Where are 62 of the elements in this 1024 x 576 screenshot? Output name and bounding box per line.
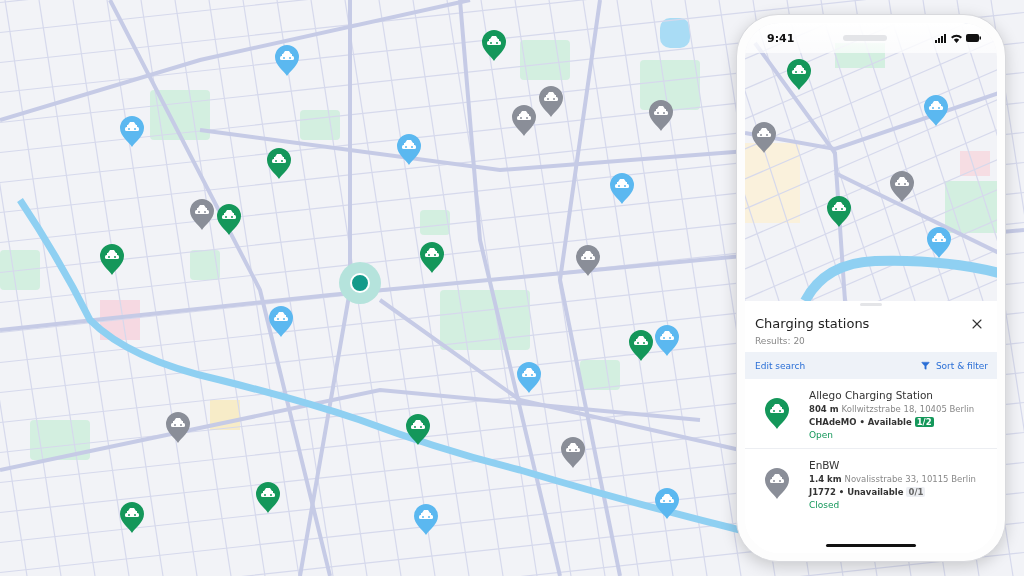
map-pin[interactable] (120, 116, 144, 149)
map-pin[interactable] (787, 59, 811, 92)
map-pin[interactable] (752, 122, 776, 155)
sheet-title: Charging stations (755, 316, 870, 331)
map-pin[interactable] (100, 244, 124, 277)
signal-icon (935, 33, 947, 43)
station-distance: 1.4 km (809, 474, 842, 484)
map-pin[interactable] (120, 502, 144, 535)
opening-status: Closed (809, 500, 841, 510)
map-pin[interactable] (924, 95, 948, 128)
map-pin[interactable] (827, 196, 851, 229)
park-area (190, 250, 220, 280)
park-area (0, 250, 40, 290)
map-pin[interactable] (275, 45, 299, 78)
park-area (520, 40, 570, 80)
status-time: 9:41 (767, 31, 795, 45)
map-pin[interactable] (267, 148, 291, 181)
map-pin[interactable] (649, 100, 673, 133)
filter-icon (920, 361, 930, 370)
map-pin[interactable] (655, 325, 679, 358)
map-pin[interactable] (539, 86, 563, 119)
map-pin[interactable] (517, 362, 541, 395)
map-pin[interactable] (561, 437, 585, 470)
availability-count: 1/2 (914, 417, 934, 427)
station-name: Allego Charging Station (809, 389, 935, 401)
sort-filter-button[interactable]: Sort & filter (920, 360, 988, 371)
station-address: Novalisstrabe 33, 10115 Berlin (844, 474, 976, 484)
map-pin[interactable] (414, 504, 438, 537)
map-pin[interactable] (256, 482, 280, 515)
map-pin[interactable] (655, 488, 679, 521)
wifi-icon (951, 33, 962, 43)
map-pin[interactable] (406, 414, 430, 447)
station-address: Kollwitzstrabe 18, 10405 Berlin (841, 404, 975, 414)
station-pin[interactable] (765, 468, 789, 501)
map-pin[interactable] (927, 227, 951, 260)
availability-count: 0/1 (906, 487, 926, 497)
opening-status: Open (809, 430, 835, 440)
park-area (300, 110, 340, 140)
map-pin[interactable] (420, 242, 444, 275)
map-pin[interactable] (629, 330, 653, 363)
edit-search-link[interactable]: Edit search (755, 360, 806, 371)
station-distance: 804 m (809, 404, 839, 414)
map-pin[interactable] (576, 245, 600, 278)
map-pin[interactable] (397, 134, 421, 167)
connector-availability: CHAdeMO • Available (809, 417, 912, 427)
location-marker (339, 262, 381, 304)
map-pin[interactable] (190, 199, 214, 232)
station-name: EnBW (809, 459, 841, 471)
map-pin[interactable] (890, 171, 914, 204)
map-pin[interactable] (610, 173, 634, 206)
map-pin[interactable] (482, 30, 506, 63)
battery-icon (966, 34, 981, 42)
speaker-notch (842, 35, 887, 41)
connector-availability: J1772 • Unavailable (809, 487, 904, 497)
station-row[interactable]: Allego Charging Station 804 m Kollwitzstrabe 18, 10405 Berlin CHAdeMO • Available 1/2 Open (745, 379, 997, 449)
map-pin[interactable] (269, 306, 293, 339)
map-pin[interactable] (512, 105, 536, 138)
map-pin[interactable] (217, 204, 241, 237)
station-pin[interactable] (765, 398, 789, 431)
map-pin[interactable] (166, 412, 190, 445)
station-row[interactable]: EnBW 1.4 km Novalisstrabe 33, 10115 Berlin J1772 • Unavailable 0/1 Closed (745, 449, 997, 518)
results-count: Results: 20 (755, 336, 806, 346)
